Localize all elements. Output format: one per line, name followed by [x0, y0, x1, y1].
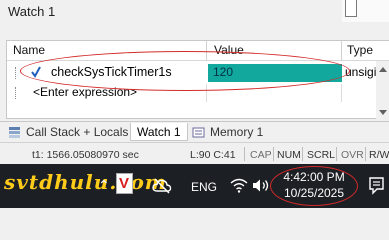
- status-separator: [365, 147, 366, 161]
- show-hidden-icons-icon[interactable]: ⌃: [98, 177, 110, 194]
- header-type[interactable]: Type: [347, 43, 373, 57]
- notification-center-icon[interactable]: [368, 176, 385, 195]
- annotation-ellipse-variable: [20, 51, 350, 91]
- app-tray-icon[interactable]: V: [116, 173, 133, 194]
- status-cursor-position: L:90 C:41: [190, 149, 236, 161]
- volume-icon[interactable]: [252, 178, 270, 193]
- column-separator[interactable]: [341, 41, 342, 61]
- watermark: svtdhulu.com: [4, 170, 167, 194]
- taskbar-clock-date[interactable]: 10/25/2025: [279, 186, 349, 200]
- header-name[interactable]: Name: [13, 43, 45, 57]
- wifi-icon[interactable]: [230, 178, 248, 193]
- status-separator: [244, 147, 245, 161]
- status-num: NUM: [277, 149, 301, 161]
- cell-divider: [341, 84, 342, 102]
- debug-tab-strip: Call Stack + Locals Watch 1 Memory 1: [0, 121, 389, 141]
- taskbar-clock-time[interactable]: 4:42:00 PM: [279, 170, 349, 184]
- status-scrl: SCRL: [307, 149, 336, 161]
- window-title: Watch 1: [8, 4, 56, 19]
- tree-line: [15, 87, 25, 99]
- call-stack-icon: [9, 126, 20, 138]
- tab-call-stack[interactable]: Call Stack + Locals: [8, 123, 128, 141]
- pin-icon[interactable]: [345, 0, 357, 17]
- tab-memory[interactable]: Memory 1: [192, 123, 263, 141]
- tab-memory-label: Memory 1: [210, 125, 264, 139]
- tab-watch[interactable]: Watch 1: [130, 123, 188, 141]
- status-rw: R/W: [369, 149, 389, 161]
- status-separator: [336, 147, 337, 161]
- cloud-sync-off-icon[interactable]: [152, 178, 172, 194]
- vertical-scrollbar[interactable]: [376, 61, 389, 121]
- status-separator: [273, 147, 274, 161]
- input-language-indicator[interactable]: ENG: [191, 180, 217, 194]
- status-time: t1: 1566.05080970 sec: [32, 149, 139, 161]
- tab-call-stack-label: Call Stack + Locals: [26, 125, 129, 139]
- status-separator: [302, 147, 303, 161]
- memory-icon: [192, 127, 205, 137]
- watch-title-bar: Watch 1: [0, 0, 389, 22]
- status-ovr: OVR: [341, 149, 364, 161]
- scroll-down-icon[interactable]: [379, 110, 387, 115]
- tab-watch-label: Watch 1: [137, 124, 181, 139]
- status-bar: t1: 1566.05080970 sec L:90 C:41 CAP NUM …: [0, 142, 389, 164]
- status-cap: CAP: [250, 149, 272, 161]
- scroll-up-icon[interactable]: [379, 67, 387, 72]
